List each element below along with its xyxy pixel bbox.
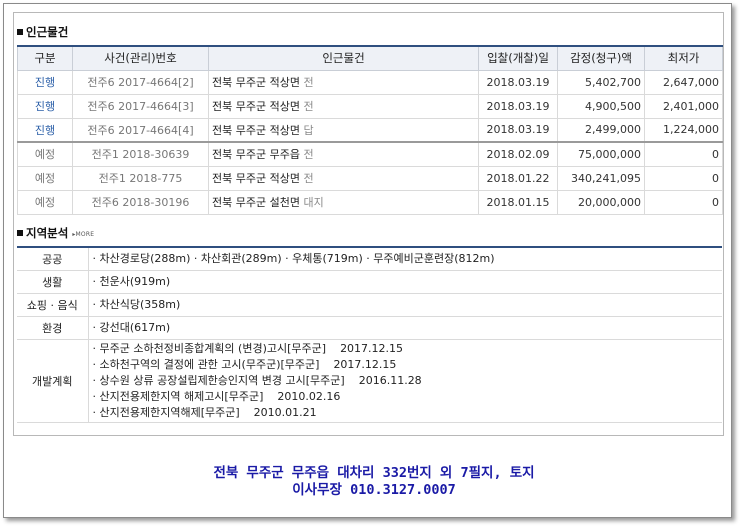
property-cell[interactable]: 전북 무주군 적상면 전 <box>208 165 479 191</box>
table-row[interactable]: 예정 전주1 2018-775 전북 무주군 적상면 전 2018.01.22 … <box>17 165 723 191</box>
region-row-development: 개발계획 · 무주군 소하천정비종합계획의 (변경)고시[무주군] 2017.12… <box>17 339 722 423</box>
bid-date-cell: 2018.01.15 <box>478 189 558 215</box>
region-label: 생활 <box>17 270 89 294</box>
appraisal-cell: 20,000,000 <box>557 189 645 215</box>
region-value: · 강선대(617m) <box>88 316 722 340</box>
property-cell[interactable]: 전북 무주군 적상면 전 <box>208 93 479 119</box>
property-address: 전북 무주군 적상면 <box>212 76 300 89</box>
column-header-status: 구분 <box>17 45 73 71</box>
bid-date-cell: 2018.01.22 <box>478 165 558 191</box>
document-frame: 인근물건 구분 사건(관리)번호 인근물건 입찰(개찰)일 감정(청구)액 최저… <box>3 3 732 518</box>
contact-caption: 이사무장 010.3127.0007 <box>292 482 456 498</box>
case-number-link[interactable]: 전주1 2018-775 <box>72 165 209 191</box>
region-label: 개발계획 <box>17 339 89 423</box>
status-cell: 진행 <box>17 69 73 95</box>
column-header-bid-date: 입찰(개찰)일 <box>478 45 558 71</box>
property-address: 전북 무주군 무주읍 <box>212 148 300 162</box>
table-row[interactable]: 진행 전주6 2017-4664[2] 전북 무주군 적상면 전 2018.03… <box>17 69 723 95</box>
status-cell: 진행 <box>17 117 73 143</box>
property-cell[interactable]: 전북 무주군 적상면 답 <box>208 117 479 143</box>
case-number-link[interactable]: 전주6 2017-4664[4] <box>72 117 209 143</box>
development-plan-item: · 산지전용제한지역해제[무주군] 2010.01.21 <box>92 405 317 419</box>
min-price-cell: 2,401,000 <box>644 93 723 119</box>
property-info-panel: 인근물건 구분 사건(관리)번호 인근물건 입찰(개찰)일 감정(청구)액 최저… <box>13 12 724 436</box>
min-price-cell: 1,224,000 <box>644 117 723 143</box>
min-price-cell: 2,647,000 <box>644 69 723 95</box>
nearby-properties-table: 구분 사건(관리)번호 인근물건 입찰(개찰)일 감정(청구)액 최저가 진행 … <box>17 45 723 215</box>
region-row-shopping: 쇼핑 · 음식 · 차산식당(358m) <box>17 293 722 317</box>
case-number-link[interactable]: 전주6 2018-30196 <box>72 189 209 215</box>
min-price-cell: 0 <box>644 189 723 215</box>
square-bullet-icon <box>17 29 23 35</box>
table-row[interactable]: 예정 전주1 2018-30639 전북 무주군 무주읍 전 2018.02.0… <box>17 141 723 167</box>
region-value: · 차산경로당(288m) · 차산회관(289m) · 우체통(719m) ·… <box>88 247 722 271</box>
table-row[interactable]: 진행 전주6 2017-4664[4] 전북 무주군 적상면 답 2018.03… <box>17 117 723 143</box>
bid-date-cell: 2018.03.19 <box>478 93 558 119</box>
appraisal-cell: 340,241,095 <box>557 165 645 191</box>
region-label: 쇼핑 · 음식 <box>17 293 89 317</box>
appraisal-cell: 4,900,500 <box>557 93 645 119</box>
appraisal-cell: 75,000,000 <box>557 141 645 167</box>
status-cell: 예정 <box>17 189 73 215</box>
property-address: 전북 무주군 적상면 <box>212 100 300 113</box>
development-plan-item: · 산지전용제한지역 해제고시[무주군] 2010.02.16 <box>92 389 341 403</box>
status-cell: 예정 <box>17 165 73 191</box>
region-row-environment: 환경 · 강선대(617m) <box>17 316 722 340</box>
appraisal-cell: 2,499,000 <box>557 117 645 143</box>
column-header-min-price: 최저가 <box>644 45 723 71</box>
region-label: 공공 <box>17 247 89 271</box>
column-header-property: 인근물건 <box>208 45 479 71</box>
column-header-case-number: 사건(관리)번호 <box>72 45 209 71</box>
development-plan-list: · 무주군 소하천정비종합계획의 (변경)고시[무주군] 2017.12.15 ·… <box>88 339 722 423</box>
status-cell: 예정 <box>17 141 73 167</box>
case-number-link[interactable]: 전주1 2018-30639 <box>72 141 209 167</box>
property-type: 대지 <box>303 196 324 209</box>
property-type: 전 <box>303 76 314 89</box>
min-price-cell: 0 <box>644 141 723 167</box>
property-type: 전 <box>303 100 314 113</box>
case-number-link[interactable]: 전주6 2017-4664[3] <box>72 93 209 119</box>
property-cell[interactable]: 전북 무주군 설천면 대지 <box>208 189 479 215</box>
table-row[interactable]: 진행 전주6 2017-4664[3] 전북 무주군 적상면 전 2018.03… <box>17 93 723 119</box>
table-header-row: 구분 사건(관리)번호 인근물건 입찰(개찰)일 감정(청구)액 최저가 <box>17 45 723 71</box>
case-number-link[interactable]: 전주6 2017-4664[2] <box>72 69 209 95</box>
bid-date-cell: 2018.03.19 <box>478 117 558 143</box>
column-header-appraisal: 감정(청구)액 <box>557 45 645 71</box>
property-type: 전 <box>303 172 314 185</box>
development-plan-item: · 소하천구역의 결정에 관한 고시(무주군)[무주군] 2017.12.15 <box>92 357 397 371</box>
nearby-section-title: 인근물건 <box>17 24 68 40</box>
region-analysis-table: 공공 · 차산경로당(288m) · 차산회관(289m) · 우체통(719m… <box>17 246 722 423</box>
min-price-cell: 0 <box>644 165 723 191</box>
property-address: 전북 무주군 적상면 <box>212 123 300 137</box>
square-bullet-icon <box>17 230 23 236</box>
property-address: 전북 무주군 설천면 <box>212 196 300 209</box>
property-cell[interactable]: 전북 무주군 무주읍 전 <box>208 141 479 167</box>
property-type: 답 <box>303 123 314 137</box>
bid-date-cell: 2018.03.19 <box>478 69 558 95</box>
bid-date-cell: 2018.02.09 <box>478 141 558 167</box>
development-plan-item: · 무주군 소하천정비종합계획의 (변경)고시[무주군] 2017.12.15 <box>92 341 404 355</box>
status-cell: 진행 <box>17 93 73 119</box>
region-row-public: 공공 · 차산경로당(288m) · 차산회관(289m) · 우체통(719m… <box>17 247 722 271</box>
region-row-living: 생활 · 천운사(919m) <box>17 270 722 294</box>
property-type: 전 <box>303 148 314 162</box>
property-address-caption: 전북 무주군 무주읍 대차리 332번지 외 7필지, 토지 <box>213 465 535 481</box>
region-section-title: 지역분석 ▸MORE <box>17 225 94 241</box>
region-value: · 차산식당(358m) <box>88 293 722 317</box>
property-cell[interactable]: 전북 무주군 적상면 전 <box>208 69 479 95</box>
more-link[interactable]: ▸MORE <box>72 231 94 238</box>
region-value: · 천운사(919m) <box>88 270 722 294</box>
development-plan-item: · 상수원 상류 공장설립제한승인지역 변경 고시[무주군] 2016.11.28 <box>92 373 422 387</box>
region-label: 환경 <box>17 316 89 340</box>
appraisal-cell: 5,402,700 <box>557 69 645 95</box>
property-address: 전북 무주군 적상면 <box>212 172 300 185</box>
table-row[interactable]: 예정 전주6 2018-30196 전북 무주군 설천면 대지 2018.01.… <box>17 189 723 215</box>
